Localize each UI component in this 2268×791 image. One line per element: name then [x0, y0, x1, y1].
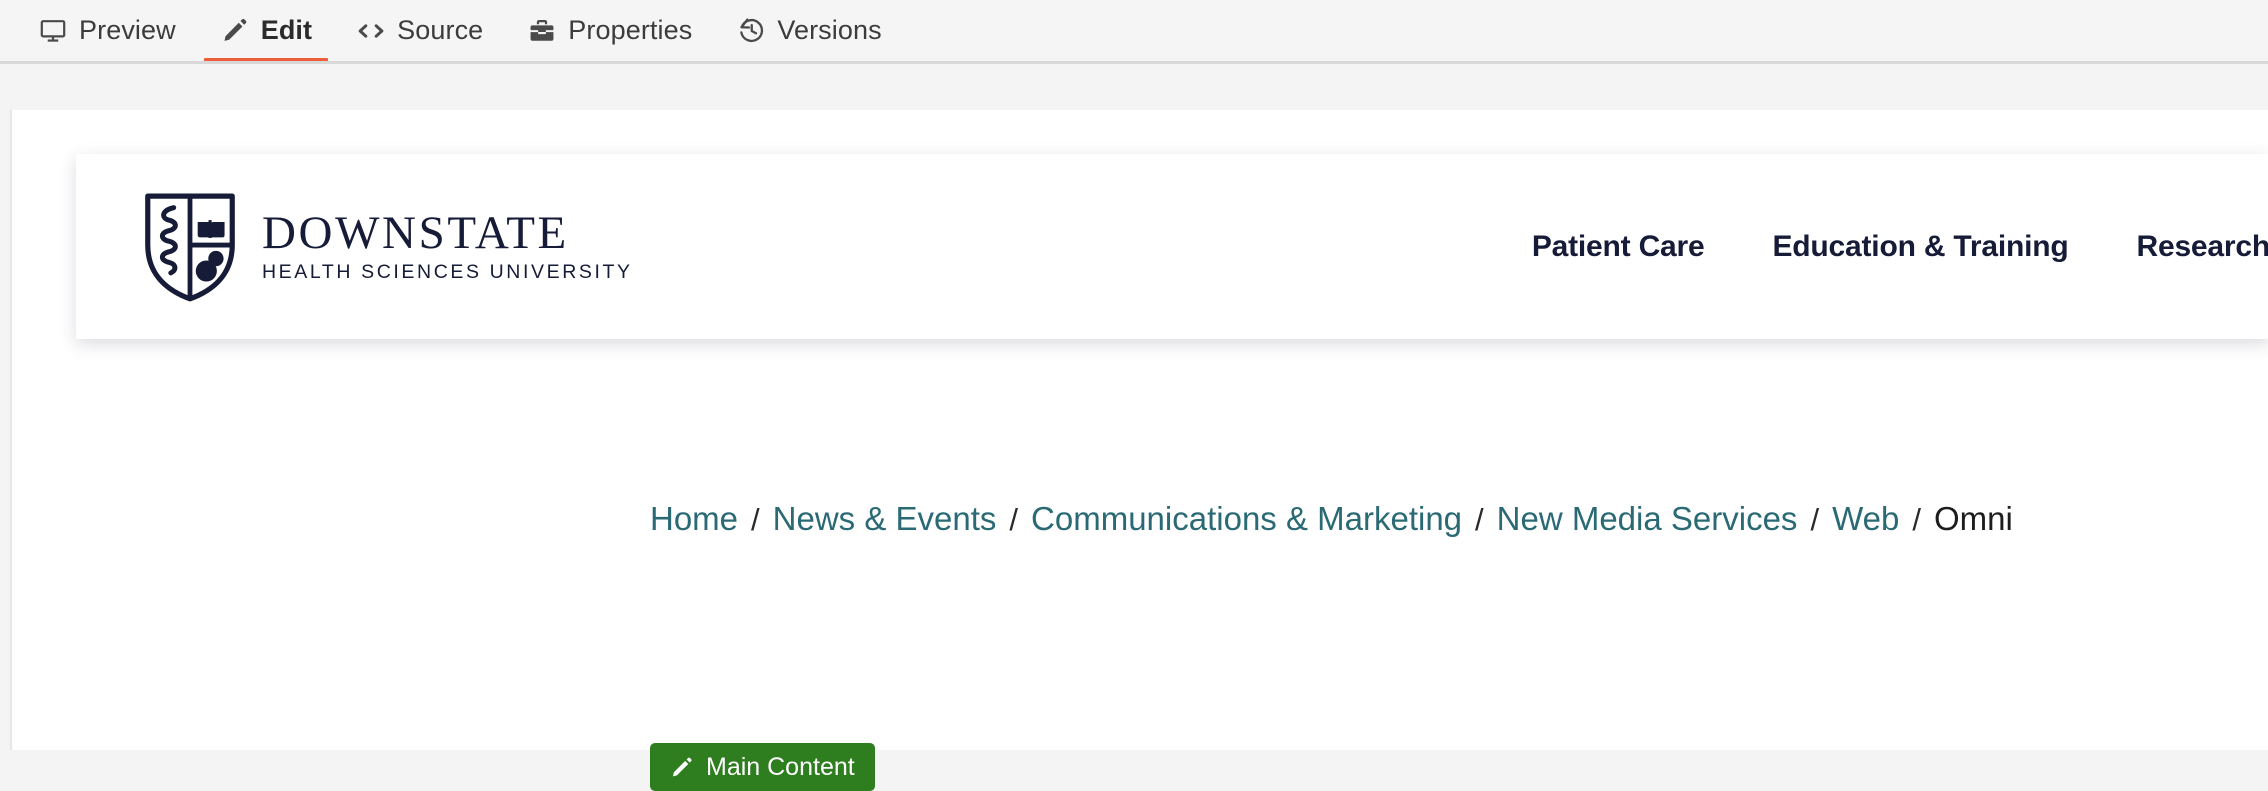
breadcrumb-item-home[interactable]: Home [650, 500, 738, 538]
breadcrumb-separator: / [1810, 502, 1819, 538]
pencil-icon [220, 16, 250, 46]
tab-properties[interactable]: Properties [505, 0, 714, 61]
toolbox-icon [527, 16, 557, 46]
nav-item-patient-care[interactable]: Patient Care [1532, 230, 1705, 264]
tab-label: Source [397, 15, 483, 46]
breadcrumb-item-news-events[interactable]: News & Events [773, 500, 997, 538]
nav-item-research[interactable]: Research [2137, 230, 2268, 264]
editor-tab-bar: Preview Edit Source Propert [0, 0, 2268, 64]
main-content-button-label: Main Content [706, 753, 855, 782]
tab-label: Properties [568, 15, 692, 46]
breadcrumb-item-communications-marketing[interactable]: Communications & Marketing [1031, 500, 1462, 538]
history-icon [736, 16, 766, 46]
site-nav: Patient Care Education & Training Resear… [1532, 230, 2268, 264]
breadcrumb-item-current: Omni [1934, 500, 2013, 538]
tab-bar-divider [0, 61, 2268, 64]
site-header: DOWNSTATE HEALTH SCIENCES UNIVERSITY Pat… [76, 154, 2268, 339]
breadcrumb-separator: / [751, 502, 760, 538]
tab-label: Versions [777, 15, 881, 46]
pencil-icon [670, 756, 693, 779]
breadcrumb-item-new-media-services[interactable]: New Media Services [1497, 500, 1798, 538]
breadcrumb-separator: / [1009, 502, 1018, 538]
tab-label: Edit [261, 15, 312, 46]
breadcrumb-item-web[interactable]: Web [1832, 500, 1899, 538]
page-preview-frame: DOWNSTATE HEALTH SCIENCES UNIVERSITY Pat… [10, 110, 2268, 750]
brand-name: DOWNSTATE [262, 210, 633, 257]
site-logo[interactable]: DOWNSTATE HEALTH SCIENCES UNIVERSITY [142, 191, 633, 303]
main-content-edit-button[interactable]: Main Content [650, 743, 875, 791]
tab-label: Preview [79, 15, 176, 46]
brand-tagline: HEALTH SCIENCES UNIVERSITY [262, 263, 633, 283]
tab-versions[interactable]: Versions [714, 0, 903, 61]
monitor-icon [38, 16, 68, 46]
tab-edit[interactable]: Edit [198, 0, 334, 61]
tab-source[interactable]: Source [334, 0, 505, 61]
breadcrumb: Home / News & Events / Communications & … [650, 500, 2013, 538]
nav-item-education-training[interactable]: Education & Training [1772, 230, 2068, 264]
code-icon [356, 16, 386, 46]
tab-preview[interactable]: Preview [16, 0, 198, 61]
breadcrumb-separator: / [1912, 502, 1921, 538]
breadcrumb-separator: / [1475, 502, 1484, 538]
downstate-shield-icon [142, 191, 238, 303]
